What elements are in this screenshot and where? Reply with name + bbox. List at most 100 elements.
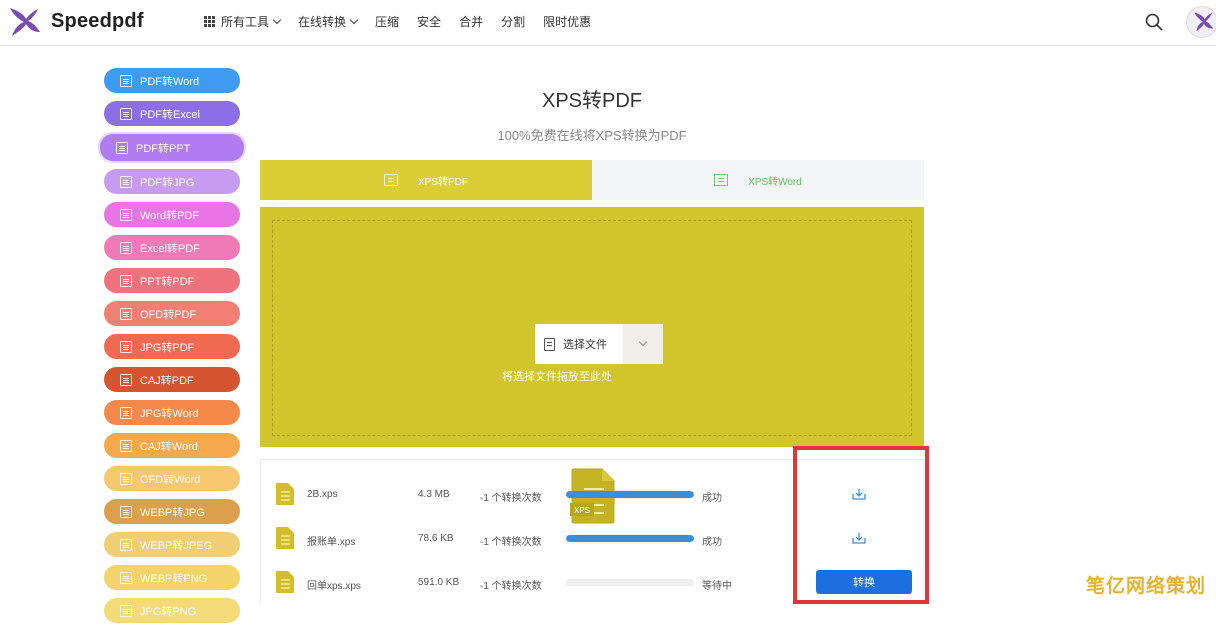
conversion-tabs: XPS转PDF XPS转Word (260, 160, 924, 200)
status-text: 成功 (702, 493, 722, 504)
document-icon (120, 307, 132, 320)
nav-merge[interactable]: 合并 (459, 13, 483, 30)
sidebar-item-label: JPG转PDF (140, 341, 195, 354)
nav-label: 在线转换 (298, 15, 347, 29)
document-icon (120, 107, 132, 120)
sidebar-item-label: PDF转JPG (140, 176, 195, 189)
nav-limited-offer[interactable]: 限时优惠 (543, 13, 591, 30)
file-size: 78.6 KB (418, 533, 454, 544)
nav-compress[interactable]: 压缩 (375, 13, 399, 30)
tab-xps-to-pdf[interactable]: XPS转PDF (260, 160, 592, 200)
sidebar-item-label: PDF转Word (140, 75, 200, 88)
document-icon (120, 538, 132, 551)
page-title: XPS转PDF (541, 90, 643, 112)
conversion-count: -1 个转换次数 (480, 581, 542, 592)
chevron-down-icon (638, 337, 648, 347)
sidebar-item[interactable]: Excel转PDF (104, 235, 240, 260)
progress-fill (566, 535, 694, 542)
document-icon (120, 74, 132, 87)
nav-label: 所有工具 (221, 15, 270, 29)
sidebar-item[interactable]: Word转PDF (104, 202, 240, 227)
sidebar-item-label: PDF转PPT (136, 142, 191, 155)
nav-all-tools[interactable]: 所有工具 (204, 13, 282, 30)
document-icon (120, 208, 132, 221)
sidebar-item[interactable]: PDF转Word (104, 68, 240, 93)
sidebar-item-label: OFD转PDF (140, 308, 197, 321)
choose-file-button[interactable]: 选择文件 (535, 324, 623, 364)
nav-label: 限时优惠 (543, 15, 592, 29)
sidebar-item[interactable]: WEBP转JPG (104, 499, 240, 524)
tab-label: XPS转Word (748, 176, 802, 188)
document-icon (120, 439, 132, 452)
document-icon (116, 141, 128, 154)
avatar-logo-icon (1194, 12, 1214, 32)
progress-bar (566, 579, 694, 586)
document-icon (120, 406, 132, 419)
sidebar-item[interactable]: JPG转PDF (104, 334, 240, 359)
sidebar-item[interactable]: PDF转JPG (104, 169, 240, 194)
file-name: 报账单.xps (307, 537, 356, 548)
sidebar-item-label: Word转PDF (140, 209, 200, 222)
drop-hint: 将选择文件拖放至此处 (502, 371, 612, 383)
nav-label: 压缩 (375, 15, 400, 29)
document-icon (120, 505, 132, 518)
brand-name[interactable]: Speedpdf (51, 10, 144, 33)
choose-source-dropdown[interactable] (623, 324, 663, 364)
sidebar-item[interactable]: OFD转PDF (104, 301, 240, 326)
sidebar-item[interactable]: JPG转Word (104, 400, 240, 425)
conversion-count: -1 个转换次数 (480, 493, 542, 504)
tab-xps-to-word[interactable]: XPS转Word (592, 160, 924, 200)
sidebar-item[interactable]: PPT转PDF (104, 268, 240, 293)
sidebar-item-label: Excel转PDF (140, 242, 200, 255)
sidebar-item-label: WEBP转JPG (140, 506, 205, 519)
avatar[interactable] (1186, 6, 1216, 38)
sidebar-item[interactable]: CAJ转PDF (104, 367, 240, 392)
nav-label: 分割 (501, 15, 526, 29)
xps-file-icon (276, 483, 294, 505)
file-name: 2B.xps (307, 489, 338, 500)
sidebar-item-label: WEBP转JPEG (140, 539, 213, 552)
highlight-box (793, 446, 929, 604)
search-icon[interactable] (1145, 13, 1163, 31)
chevron-down-icon (349, 15, 359, 24)
file-size: 591.0 KB (418, 577, 460, 588)
sidebar-item[interactable]: PDF转Excel (104, 101, 240, 126)
sidebar-item[interactable]: OFD转Word (104, 466, 240, 491)
sidebar-item[interactable]: WEBP转JPEG (104, 532, 240, 557)
speedpdf-logo[interactable] (6, 6, 42, 38)
page-subtitle: 100%免费在线将XPS转换为PDF (497, 128, 687, 143)
chevron-down-icon (272, 15, 282, 24)
sidebar-item[interactable]: PDF转PPT (100, 134, 244, 161)
progress-fill (566, 491, 694, 498)
sidebar-item-label: OFD转Word (140, 473, 201, 486)
sidebar-item-label: PDF转Excel (140, 108, 200, 121)
sidebar-item-label: WEBP转PNG (140, 572, 208, 585)
choose-file-label: 选择文件 (563, 339, 607, 351)
nav-label: 安全 (417, 15, 442, 29)
watermark: 笔亿网络策划 (1086, 576, 1207, 597)
tab-label: XPS转PDF (417, 176, 468, 188)
document-icon (383, 174, 398, 186)
sidebar-item[interactable]: JPG转PNG (104, 598, 240, 623)
sidebar-item-label: CAJ转PDF (140, 374, 194, 387)
xps-file-icon (276, 571, 294, 593)
sidebar-item[interactable]: CAJ转Word (104, 433, 240, 458)
top-navigation-bar: Speedpdf 所有工具 在线转换 压缩 安全 合并 分割 限时优惠 (0, 0, 1216, 46)
sidebar-item-label: PPT转PDF (140, 275, 195, 288)
file-icon (544, 337, 555, 351)
conversion-count: -1 个转换次数 (480, 537, 542, 548)
progress-bar (566, 491, 694, 498)
document-icon (714, 174, 729, 186)
status-text: 等待中 (702, 581, 732, 592)
nav-online-convert[interactable]: 在线转换 (298, 13, 359, 30)
file-name: 回单xps.xps (307, 581, 361, 592)
nav-split[interactable]: 分割 (501, 13, 525, 30)
document-icon (120, 571, 132, 584)
sidebar-item-label: JPG转PNG (140, 605, 197, 618)
xps-file-icon (276, 527, 294, 549)
progress-bar (566, 535, 694, 542)
nav-security[interactable]: 安全 (417, 13, 441, 30)
sidebar-item[interactable]: WEBP转PNG (104, 565, 240, 590)
nav-label: 合并 (459, 15, 484, 29)
grid-icon (204, 16, 215, 27)
